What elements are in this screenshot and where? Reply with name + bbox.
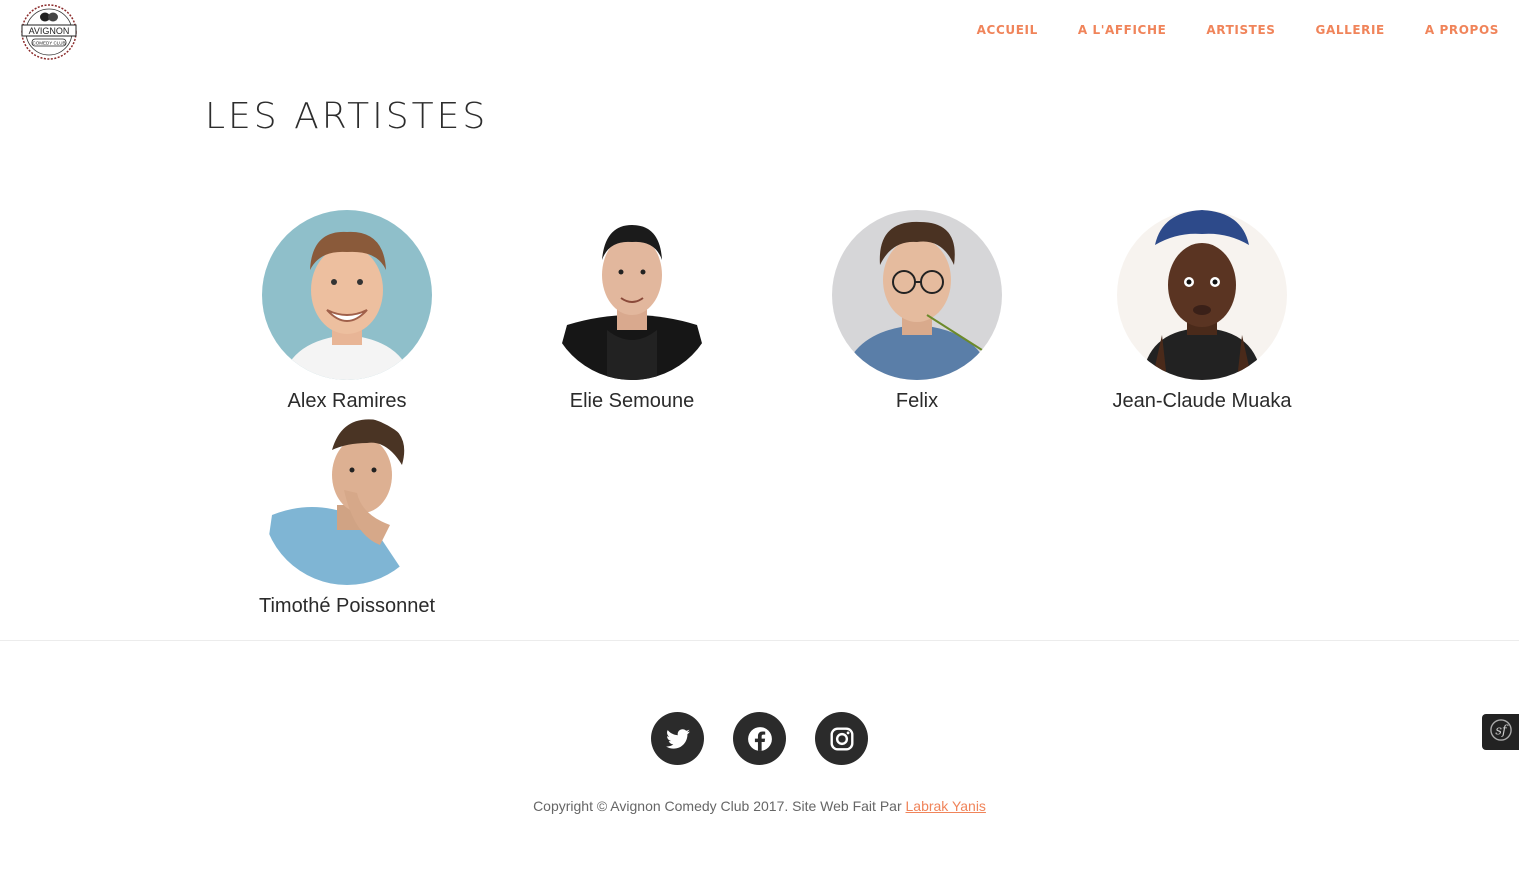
facebook-link[interactable]: [733, 712, 786, 765]
instagram-icon: [829, 726, 855, 752]
copyright: Copyright © Avignon Comedy Club 2017. Si…: [0, 798, 1519, 814]
main-nav: ACCUEIL A L'AFFICHE ARTISTES GALLERIE A …: [937, 22, 1499, 38]
footer-divider: [0, 640, 1519, 641]
nav-a-laffiche[interactable]: A L'AFFICHE: [1078, 22, 1167, 38]
facebook-icon: [747, 726, 773, 752]
artist-photo[interactable]: [1117, 210, 1287, 380]
artist-photo[interactable]: [262, 415, 432, 585]
nav-gallerie[interactable]: GALLERIE: [1316, 22, 1385, 38]
svg-text:COMEDY CLUB: COMEDY CLUB: [33, 41, 66, 46]
artist-name[interactable]: Jean-Claude Muaka: [1082, 390, 1322, 413]
nav-artistes[interactable]: ARTISTES: [1206, 22, 1275, 38]
site-logo[interactable]: AVIGNON COMEDY CLUB: [18, 3, 80, 61]
symfony-debug-toolbar-button[interactable]: sf: [1482, 714, 1519, 750]
nav-a-propos[interactable]: A PROPOS: [1425, 22, 1499, 38]
symfony-icon: sf: [1489, 718, 1512, 746]
svg-text:sf: sf: [1495, 723, 1509, 738]
twitter-icon: [665, 726, 691, 752]
artist-card[interactable]: Elie Semoune: [512, 210, 752, 413]
artist-name[interactable]: Timothé Poissonnet: [227, 595, 467, 618]
artist-card[interactable]: Felix: [797, 210, 1037, 413]
twitter-link[interactable]: [651, 712, 704, 765]
artist-name[interactable]: Alex Ramires: [227, 390, 467, 413]
copyright-text: Copyright © Avignon Comedy Club 2017. Si…: [533, 798, 906, 814]
instagram-link[interactable]: [815, 712, 868, 765]
artist-card[interactable]: Jean-Claude Muaka: [1082, 210, 1322, 413]
nav-accueil[interactable]: ACCUEIL: [977, 22, 1038, 38]
artist-card[interactable]: Timothé Poissonnet: [227, 415, 467, 618]
artist-photo[interactable]: [547, 210, 717, 380]
artist-name[interactable]: Elie Semoune: [512, 390, 752, 413]
artist-name[interactable]: Felix: [797, 390, 1037, 413]
artist-photo[interactable]: [262, 210, 432, 380]
site-header: AVIGNON COMEDY CLUB ACCUEIL A L'AFFICHE …: [0, 0, 1519, 64]
author-link[interactable]: Labrak Yanis: [906, 798, 986, 814]
page-title: LES ARTISTES: [205, 96, 489, 137]
artist-card[interactable]: Alex Ramires: [227, 210, 467, 413]
social-links: [651, 712, 868, 765]
artist-photo[interactable]: [832, 210, 1002, 380]
svg-text:AVIGNON: AVIGNON: [29, 26, 70, 36]
